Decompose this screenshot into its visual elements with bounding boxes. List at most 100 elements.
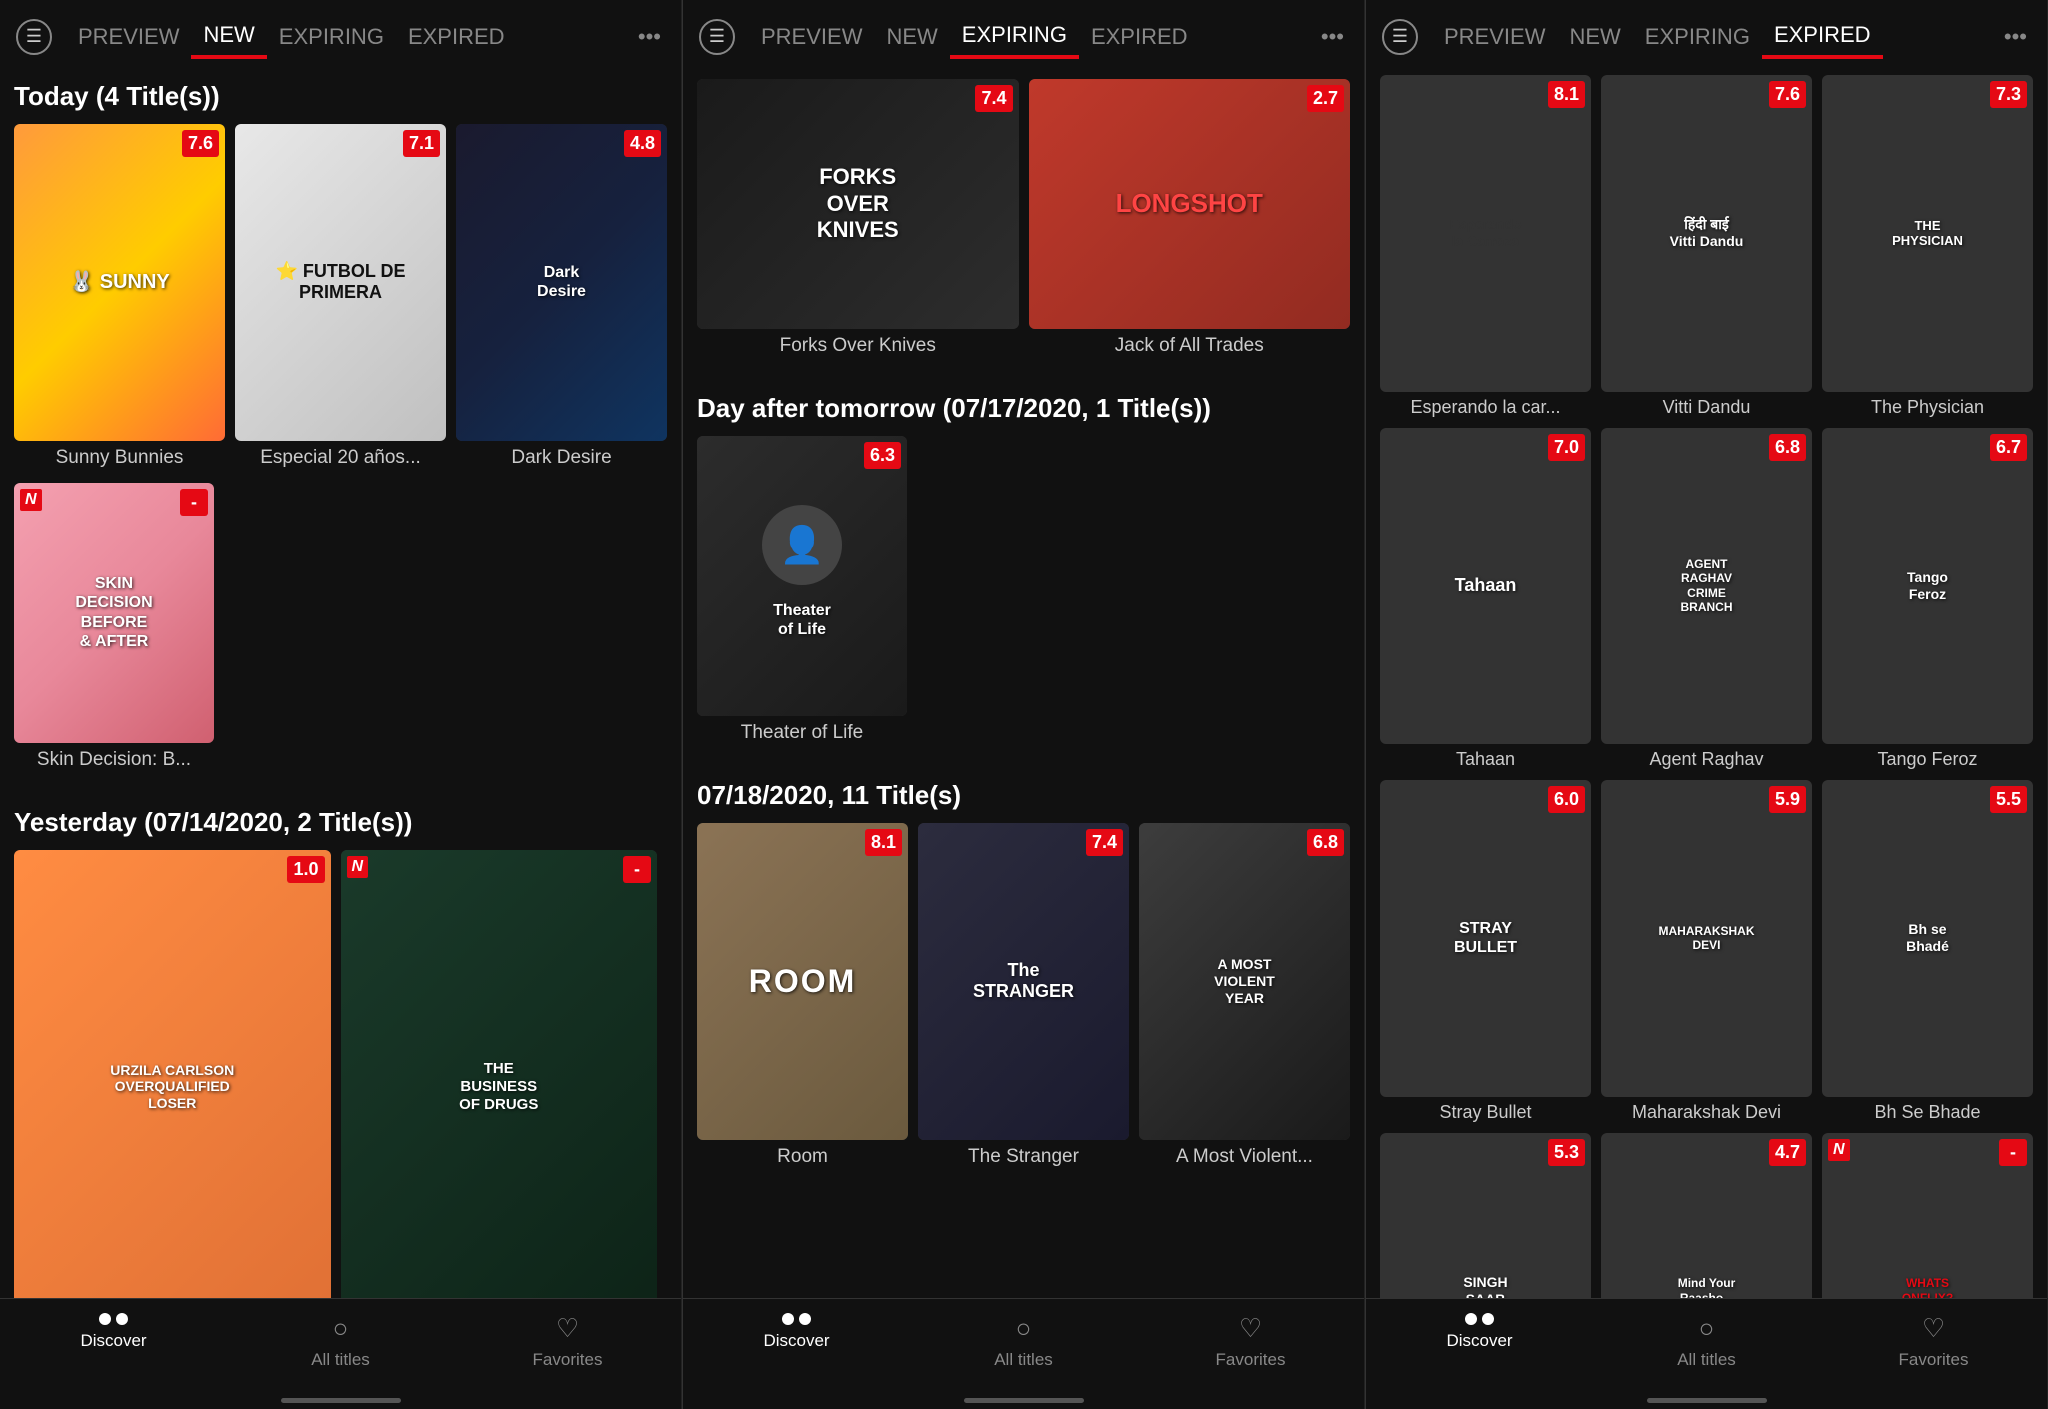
heart-icon-2: ♡ [1239, 1313, 1262, 1344]
rating-agent: 6.8 [1769, 434, 1806, 461]
tab-expiring-2[interactable]: EXPIRING [950, 14, 1079, 59]
rating-violent: 6.8 [1307, 829, 1344, 856]
nav-label-favorites-3: Favorites [1899, 1350, 1969, 1370]
rating-skin: - [180, 489, 208, 516]
more-button-2[interactable]: ••• [1317, 16, 1348, 58]
card-jack-trades[interactable]: LONGSHOT 2.7 Jack of All Trades [1029, 79, 1351, 357]
search-icon-1: ○ [333, 1313, 349, 1344]
title-sunny: Sunny Bunnies [14, 447, 225, 469]
panel-expired: ☰ PREVIEW NEW EXPIRING EXPIRED ••• Esper… [1366, 0, 2048, 1409]
rating-devi: 5.9 [1769, 786, 1806, 813]
rating-jack: 2.7 [1307, 85, 1344, 112]
card-stray-bullet[interactable]: STRAYBULLET 6.0 Stray Bullet [1380, 780, 1591, 1123]
card-violent-year[interactable]: A MOSTVIOLENTYEAR 6.8 A Most Violent... [1139, 823, 1350, 1168]
theater-row: 👤 Theaterof Life 6.3 Theater of Life [697, 436, 1350, 744]
card-devi[interactable]: MAHARAKSHAKDEVI 5.9 Maharakshak Devi [1601, 780, 1812, 1123]
card-whatsonflix[interactable]: WHATSONFLIX? N - WhatsOnFlix? [1822, 1133, 2033, 1299]
card-singh-saab[interactable]: SINGHSAAB 5.3 Singh Saab... [1380, 1133, 1591, 1299]
tab-new-2[interactable]: NEW [874, 16, 949, 58]
card-esperando[interactable]: Esperandola Carroza 8.1 Esperando la car… [1380, 75, 1591, 418]
nav-favorites-2[interactable]: ♡ Favorites [1137, 1313, 1364, 1370]
tab-new-3[interactable]: NEW [1557, 16, 1632, 58]
card-physician[interactable]: THEPHYSICIAN 7.3 The Physician [1822, 75, 2033, 418]
title-vitti: Vitti Dandu [1601, 397, 1812, 418]
nav-favorites-3[interactable]: ♡ Favorites [1820, 1313, 2047, 1370]
tab-expiring-1[interactable]: EXPIRING [267, 16, 396, 58]
card-yeh[interactable]: Mind YourRaasho... 4.7 Mind Your Raasho.… [1601, 1133, 1812, 1299]
tab-expired-1[interactable]: EXPIRED [396, 16, 517, 58]
rating-theater: 6.3 [864, 442, 901, 469]
card-futbol[interactable]: ⭐ FUTBOL DE PRIMERA 7.1 Especial 20 años… [235, 124, 446, 469]
card-business-drugs[interactable]: THEBUSINESSOF DRUGS N - The Business of.… [341, 850, 658, 1299]
nav-alltitles-1[interactable]: ○ All titles [227, 1313, 454, 1370]
card-agent-raghav[interactable]: AGENTRAGHAVCRIMEBRANCH 6.8 Agent Raghav [1601, 428, 1812, 771]
title-theater: Theater of Life [697, 722, 907, 744]
nav-alltitles-2[interactable]: ○ All titles [910, 1313, 1137, 1370]
nav-alltitles-3[interactable]: ○ All titles [1593, 1313, 1820, 1370]
bottom-nav-1: Discover ○ All titles ♡ Favorites [0, 1298, 681, 1398]
header-expired: ☰ PREVIEW NEW EXPIRING EXPIRED ••• [1366, 0, 2047, 59]
more-button-3[interactable]: ••• [2000, 16, 2031, 58]
hamburger-icon-2: ☰ [709, 26, 725, 47]
nav-discover-3[interactable]: Discover [1366, 1313, 1593, 1370]
expired-row-2: Tahaan 7.0 Tahaan AGENTRAGHAVCRIMEBRANCH… [1380, 428, 2033, 771]
section-day-after: Day after tomorrow (07/17/2020, 1 Title(… [697, 371, 1350, 436]
nav-discover-2[interactable]: Discover [683, 1313, 910, 1370]
bottom-nav-3: Discover ○ All titles ♡ Favorites [1366, 1298, 2047, 1398]
more-button-1[interactable]: ••• [634, 16, 665, 58]
nav-tabs-new: PREVIEW NEW EXPIRING EXPIRED [66, 14, 628, 59]
rating-forks: 7.4 [975, 85, 1012, 112]
bottom-nav-2: Discover ○ All titles ♡ Favorites [683, 1298, 1364, 1398]
menu-icon[interactable]: ☰ [16, 19, 52, 55]
card-skin-decision[interactable]: SKINDECISIONBEFORE& AFTER N - Skin Decis… [14, 483, 214, 771]
card-stranger[interactable]: TheSTRANGER 7.4 The Stranger [918, 823, 1129, 1168]
tab-preview-1[interactable]: PREVIEW [66, 16, 191, 58]
yesterday-row: URZILA CARLSONOVERQUALIFIEDLOSER 1.0 Urz… [14, 850, 667, 1299]
home-indicator-2 [964, 1398, 1084, 1403]
title-skin: Skin Decision: B... [14, 749, 214, 771]
nav-label-discover-3: Discover [1446, 1331, 1512, 1351]
tab-expiring-3[interactable]: EXPIRING [1633, 16, 1762, 58]
tab-expired-3[interactable]: EXPIRED [1762, 14, 1883, 59]
nav-favorites-1[interactable]: ♡ Favorites [454, 1313, 681, 1370]
rating-room: 8.1 [865, 829, 902, 856]
section-yesterday: Yesterday (07/14/2020, 2 Title(s)) [14, 785, 667, 850]
title-physician: The Physician [1822, 397, 2033, 418]
title-tango: Tango Feroz [1822, 749, 2033, 770]
title-jack: Jack of All Trades [1029, 335, 1351, 357]
card-bh-se-bhade[interactable]: Bh seBhadé 5.5 Bh Se Bhade [1822, 780, 2033, 1123]
home-indicator-3 [1647, 1398, 1767, 1403]
tab-preview-2[interactable]: PREVIEW [749, 16, 874, 58]
card-theater-life[interactable]: 👤 Theaterof Life 6.3 Theater of Life [697, 436, 907, 744]
header-expiring: ☰ PREVIEW NEW EXPIRING EXPIRED ••• [683, 0, 1364, 59]
nav-label-discover-1: Discover [80, 1331, 146, 1351]
nav-label-favorites-2: Favorites [1216, 1350, 1286, 1370]
nav-discover-1[interactable]: Discover [0, 1313, 227, 1370]
card-tango-feroz[interactable]: TangoFeroz 6.7 Tango Feroz [1822, 428, 2033, 771]
card-tahaan[interactable]: Tahaan 7.0 Tahaan [1380, 428, 1591, 771]
card-sunny-bunnies[interactable]: 🐰 SUNNY 7.6 Sunny Bunnies [14, 124, 225, 469]
title-agent: Agent Raghav [1601, 749, 1812, 770]
tab-expired-2[interactable]: EXPIRED [1079, 16, 1200, 58]
rating-physician: 7.3 [1990, 81, 2027, 108]
card-dark-desire[interactable]: DarkDesire 4.8 Dark Desire [456, 124, 667, 469]
tab-new-1[interactable]: NEW [191, 14, 266, 59]
card-forks-knives[interactable]: FORKSOVERKNIVES 7.4 Forks Over Knives [697, 79, 1019, 357]
expired-row-4: SINGHSAAB 5.3 Singh Saab... Mind YourRaa… [1380, 1133, 2033, 1299]
card-urzila[interactable]: URZILA CARLSONOVERQUALIFIEDLOSER 1.0 Urz… [14, 850, 331, 1299]
menu-icon-2[interactable]: ☰ [699, 19, 735, 55]
menu-icon-3[interactable]: ☰ [1382, 19, 1418, 55]
title-dark-desire: Dark Desire [456, 447, 667, 469]
heart-icon-3: ♡ [1922, 1313, 1945, 1344]
nav-label-alltitles-3: All titles [1677, 1350, 1736, 1370]
rating-yeh: 4.7 [1769, 1139, 1806, 1166]
tab-preview-3[interactable]: PREVIEW [1432, 16, 1557, 58]
card-room[interactable]: ROOM 8.1 Room [697, 823, 908, 1168]
rating-whatsonflix: - [1999, 1139, 2027, 1166]
discover-icon-3 [1465, 1313, 1494, 1325]
title-violent: A Most Violent... [1139, 1146, 1350, 1168]
nav-tabs-expired: PREVIEW NEW EXPIRING EXPIRED [1432, 14, 1994, 59]
card-vitti-dandu[interactable]: हिंदी बाईVitti Dandu 7.6 Vitti Dandu [1601, 75, 1812, 418]
nav-label-alltitles-1: All titles [311, 1350, 370, 1370]
rating-singh: 5.3 [1548, 1139, 1585, 1166]
